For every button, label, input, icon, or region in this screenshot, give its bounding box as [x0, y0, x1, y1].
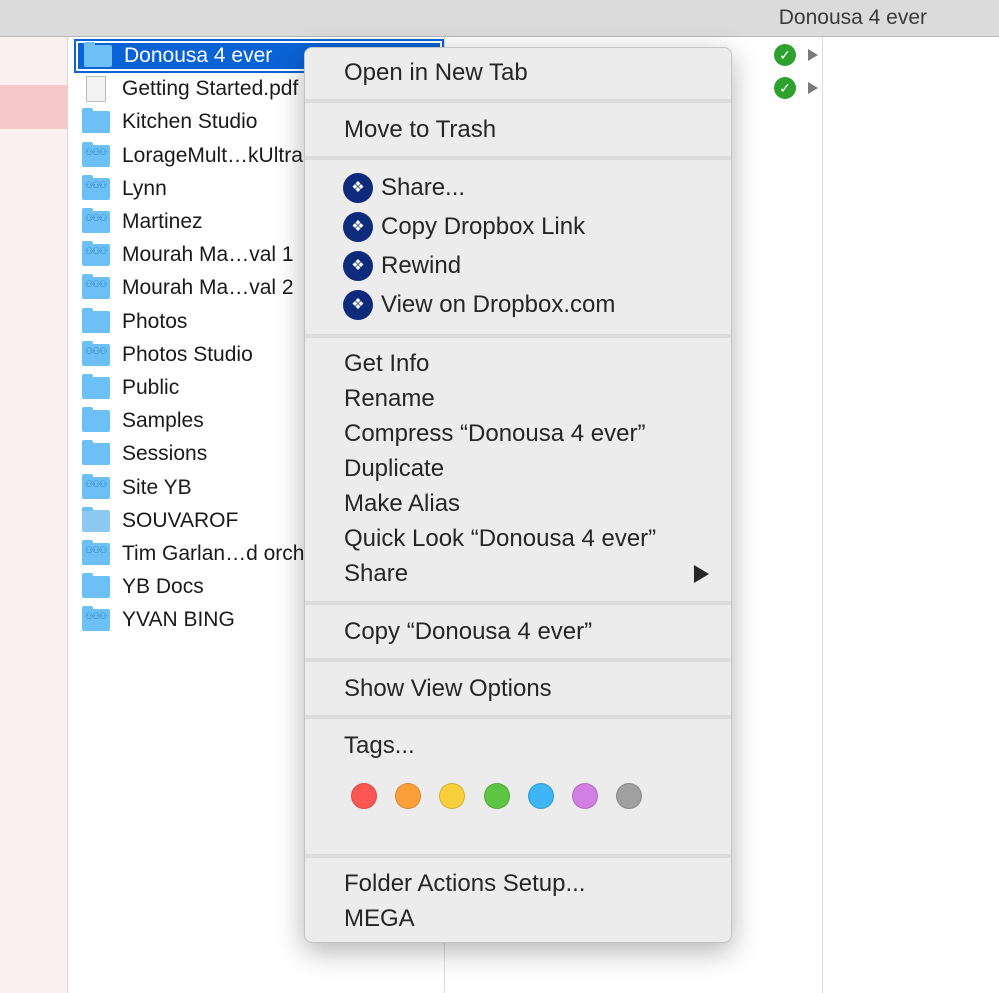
file-name: Mourah Ma…val 1	[122, 243, 294, 267]
shared-folder-icon	[82, 141, 110, 167]
folder-icon	[82, 108, 110, 134]
menu-dropbox-item[interactable]: Share...	[381, 173, 465, 203]
menu-item[interactable]: Get Info	[344, 349, 429, 379]
menu-open-in-new-tab[interactable]: Open in New Tab	[344, 58, 528, 88]
file-name: YB Docs	[122, 575, 204, 599]
file-name: Mourah Ma…val 2	[122, 276, 294, 300]
menu-separator	[305, 156, 731, 160]
tag-color-button[interactable]	[351, 783, 377, 809]
menu-separator	[305, 601, 731, 605]
shared-folder-icon	[82, 274, 110, 300]
file-name: Photos Studio	[122, 342, 253, 366]
dropbox-icon: ❖	[343, 290, 373, 320]
tag-color-button[interactable]	[439, 783, 466, 809]
tag-color-button[interactable]	[483, 783, 510, 809]
tag-color-button[interactable]	[572, 783, 598, 809]
file-name: Donousa 4 ever	[124, 44, 273, 67]
menu-item[interactable]: Duplicate	[344, 454, 444, 484]
shared-folder-icon	[82, 174, 110, 200]
file-name: Sessions	[122, 442, 208, 466]
file-name: Getting Started.pdf	[122, 77, 299, 101]
disclosure-arrow-icon[interactable]	[808, 49, 818, 61]
shared-folder-icon	[82, 208, 110, 233]
menu-separator	[305, 854, 731, 858]
pdf-icon	[86, 76, 106, 103]
file-name: Public	[122, 376, 180, 399]
sync-check-icon: ✓	[774, 77, 796, 99]
file-name: Martinez	[122, 210, 203, 233]
folder-icon	[82, 307, 110, 333]
menu-separator	[305, 658, 731, 662]
folder-icon	[82, 407, 110, 433]
tag-color-button[interactable]	[527, 783, 554, 809]
file-name: Kitchen Studio	[122, 110, 258, 134]
file-name: Samples	[122, 409, 204, 433]
folder-icon	[82, 573, 110, 599]
title-bar: Donousa 4 ever	[0, 0, 999, 37]
window-title: Donousa 4 ever	[778, 6, 927, 29]
file-name: Site YB	[122, 475, 192, 499]
sidebar	[0, 37, 68, 993]
shared-folder-icon	[82, 540, 110, 565]
shared-folder-icon	[82, 473, 110, 499]
folder-icon	[84, 42, 112, 67]
menu-mega[interactable]: MEGA	[344, 904, 415, 934]
submenu-arrow-icon	[694, 565, 709, 583]
menu-separator	[305, 334, 731, 338]
menu-show-view-options[interactable]: Show View Options	[344, 674, 552, 704]
sidebar-selected-item[interactable]	[0, 85, 68, 129]
public-folder-icon	[82, 374, 110, 399]
menu-separator	[305, 715, 731, 719]
dropbox-icon: ❖	[343, 212, 373, 242]
dropbox-icon: ❖	[343, 251, 373, 281]
menu-move-to-trash[interactable]: Move to Trash	[344, 115, 496, 145]
menu-separator	[305, 99, 731, 103]
menu-dropbox-item[interactable]: Rewind	[381, 251, 461, 281]
menu-dropbox-item[interactable]: View on Dropbox.com	[381, 290, 615, 320]
file-name: Photos	[122, 309, 188, 333]
menu-item[interactable]: Share	[344, 559, 408, 589]
locked-folder-icon	[82, 506, 110, 532]
tag-color-button[interactable]	[395, 783, 422, 809]
dropbox-icon: ❖	[343, 173, 373, 203]
menu-folder-actions-setup[interactable]: Folder Actions Setup...	[344, 869, 585, 899]
tag-color-button[interactable]	[616, 783, 643, 809]
menu-tags[interactable]: Tags...	[344, 731, 415, 761]
file-name: Lynn	[122, 176, 167, 200]
menu-copy[interactable]: Copy “Donousa 4 ever”	[344, 617, 592, 647]
file-name: YVAN BING	[122, 608, 235, 632]
context-menu: Open in New Tab Move to Trash Copy “Dono…	[304, 47, 732, 943]
disclosure-arrow-icon[interactable]	[808, 82, 818, 94]
sync-check-icon: ✓	[774, 44, 796, 66]
file-name: LorageMult…kUltra	[122, 143, 303, 167]
menu-dropbox-item[interactable]: Copy Dropbox Link	[381, 212, 585, 242]
file-name: SOUVAROF	[122, 508, 239, 532]
menu-item[interactable]: Rename	[344, 384, 435, 414]
menu-item[interactable]: Compress “Donousa 4 ever”	[344, 419, 645, 449]
shared-folder-icon	[82, 340, 110, 366]
shared-folder-icon	[82, 606, 110, 632]
menu-item[interactable]: Make Alias	[344, 489, 460, 519]
folder-icon	[82, 440, 110, 466]
shared-folder-icon	[82, 241, 110, 267]
menu-item[interactable]: Quick Look “Donousa 4 ever”	[344, 524, 656, 554]
